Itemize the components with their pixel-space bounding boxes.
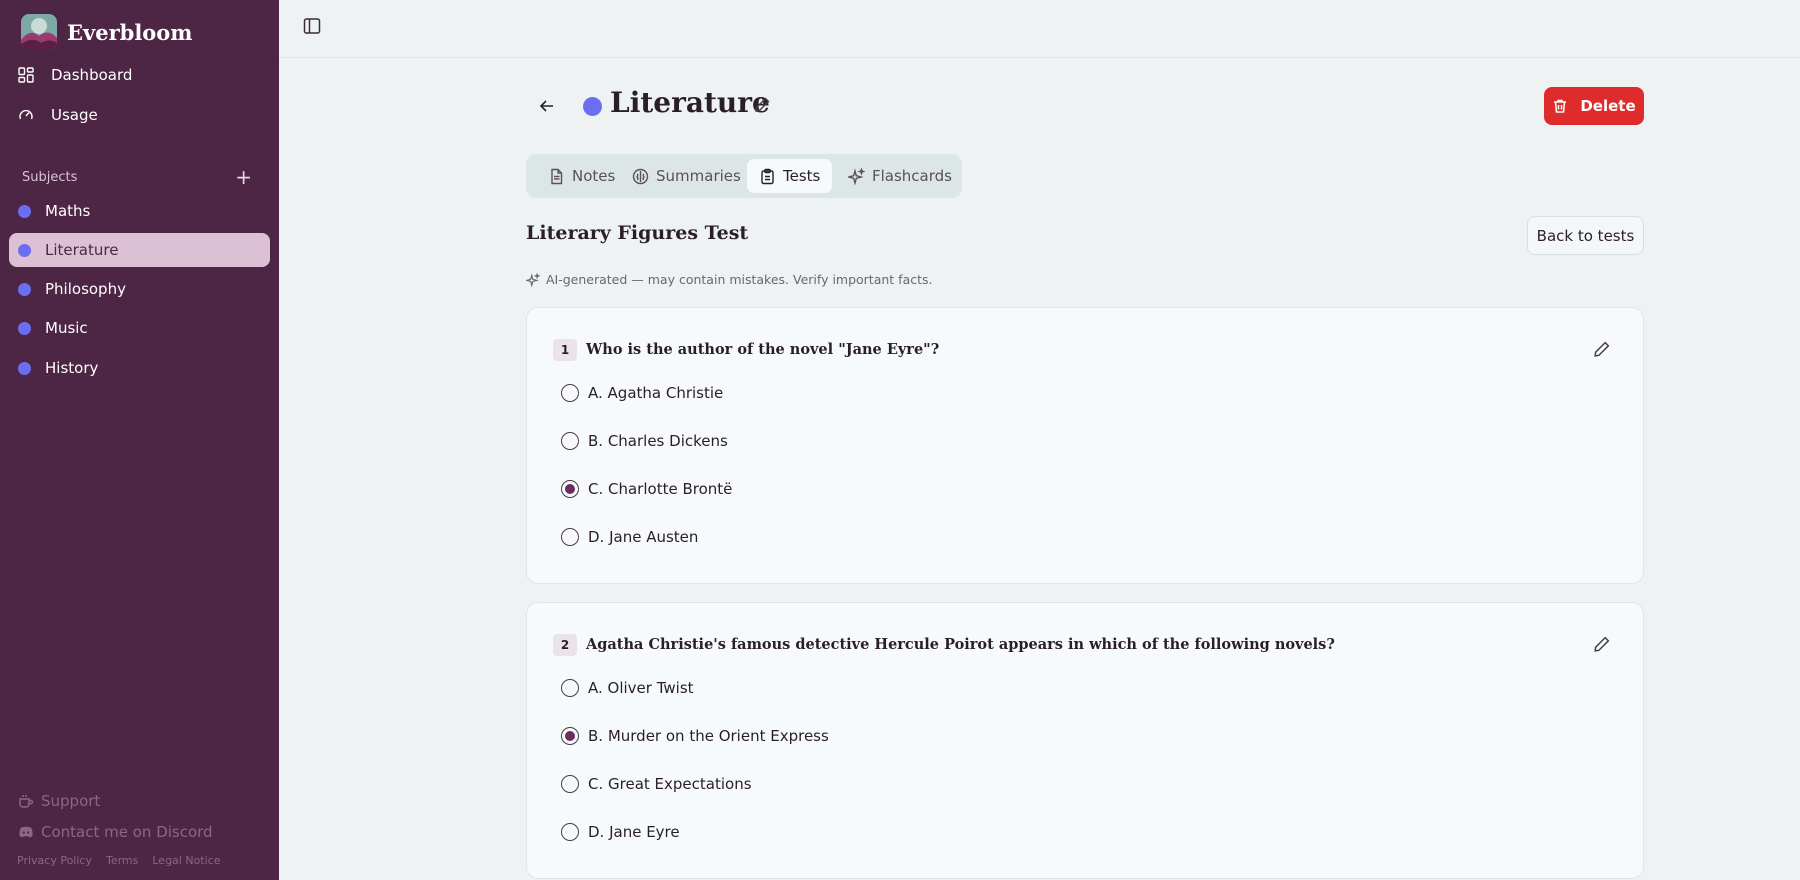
gauge-icon xyxy=(19,109,33,120)
radio-button-selected[interactable] xyxy=(561,727,579,745)
answer-option[interactable]: C. Great Expectations xyxy=(561,773,752,795)
radio-button[interactable] xyxy=(561,432,579,450)
tab-label: Flashcards xyxy=(872,167,952,185)
subject-color-dot xyxy=(18,321,31,335)
subject-color-dot xyxy=(18,282,31,296)
answer-option[interactable]: B. Murder on the Orient Express xyxy=(561,725,829,747)
subjects-header: Subjects + xyxy=(22,167,252,187)
option-label: D. Jane Austen xyxy=(588,528,699,546)
delete-label: Delete xyxy=(1580,97,1636,115)
radio-button-selected[interactable] xyxy=(561,480,579,498)
sidebar-toggle-icon[interactable] xyxy=(303,17,321,35)
radio-button[interactable] xyxy=(561,775,579,793)
sidebar-item-history[interactable]: History xyxy=(9,351,270,385)
option-label: A. Oliver Twist xyxy=(588,679,694,697)
answer-option[interactable]: A. Agatha Christie xyxy=(561,382,723,404)
question-card-2: 2 Agatha Christie's famous detective Her… xyxy=(526,602,1644,879)
pencil-icon[interactable] xyxy=(754,96,771,113)
back-to-tests-button[interactable]: Back to tests xyxy=(1527,216,1644,255)
plus-icon[interactable]: + xyxy=(235,167,252,187)
option-label: B. Charles Dickens xyxy=(588,432,728,450)
ai-disclaimer: AI-generated — may contain mistakes. Ver… xyxy=(526,272,933,287)
brain-icon xyxy=(632,168,649,184)
discord-label: Contact me on Discord xyxy=(41,823,213,841)
radio-button[interactable] xyxy=(561,528,579,546)
terms-link[interactable]: Terms xyxy=(106,854,138,867)
tab-tests[interactable]: Tests xyxy=(747,159,833,193)
answer-option[interactable]: C. Charlotte Brontë xyxy=(561,478,732,500)
sidebar-item-music[interactable]: Music xyxy=(9,311,270,345)
support-link[interactable]: Support xyxy=(18,792,100,810)
sidebar: Everbloom Dashboard Usage Subjects + Mat… xyxy=(0,0,279,880)
question-number: 2 xyxy=(553,634,577,656)
discord-link[interactable]: Contact me on Discord xyxy=(18,823,213,841)
nav-usage-label: Usage xyxy=(51,106,98,124)
test-title: Literary Figures Test xyxy=(526,222,749,244)
tab-label: Summaries xyxy=(656,167,741,185)
tab-label: Notes xyxy=(572,167,616,185)
subject-label: History xyxy=(45,359,99,377)
tab-bar: Notes Summaries Tests Flashcards xyxy=(526,154,962,198)
privacy-policy-link[interactable]: Privacy Policy xyxy=(17,854,92,867)
sidebar-item-literature[interactable]: Literature xyxy=(9,233,270,267)
subject-color-dot xyxy=(18,204,31,218)
back-arrow-icon[interactable] xyxy=(537,96,557,116)
nav-usage[interactable]: Usage xyxy=(18,103,98,127)
page-title: Literature xyxy=(610,86,770,119)
question-number: 1 xyxy=(553,339,577,361)
subject-label: Literature xyxy=(45,241,119,259)
radio-button[interactable] xyxy=(561,823,579,841)
pencil-icon[interactable] xyxy=(1593,340,1611,358)
question-text: Agatha Christie's famous detective Hercu… xyxy=(586,636,1335,653)
legal-notice-link[interactable]: Legal Notice xyxy=(152,854,220,867)
sparkles-icon xyxy=(848,167,865,185)
tab-summaries[interactable]: Summaries xyxy=(620,159,753,193)
ai-disclaimer-text: AI-generated — may contain mistakes. Ver… xyxy=(546,272,933,287)
question-card-1: 1 Who is the author of the novel "Jane E… xyxy=(526,307,1644,584)
question-text: Who is the author of the novel "Jane Eyr… xyxy=(586,341,940,358)
answer-option[interactable]: D. Jane Eyre xyxy=(561,821,680,843)
option-label: A. Agatha Christie xyxy=(588,384,724,402)
legal-links: Privacy Policy Terms Legal Notice xyxy=(17,854,221,867)
tab-label: Tests xyxy=(783,167,821,185)
coffee-icon xyxy=(19,795,34,808)
discord-icon xyxy=(19,826,33,838)
option-label: C. Charlotte Brontë xyxy=(588,480,733,498)
clipboard-icon xyxy=(761,168,774,184)
brand-name: Everbloom xyxy=(67,19,193,45)
sparkles-icon xyxy=(526,272,540,287)
subjects-heading: Subjects xyxy=(22,169,78,185)
answer-option[interactable]: D. Jane Austen xyxy=(561,526,698,548)
trash-icon xyxy=(1554,99,1567,113)
nav-dashboard[interactable]: Dashboard xyxy=(18,63,132,87)
everbloom-logo-icon xyxy=(21,14,57,50)
radio-button[interactable] xyxy=(561,384,579,402)
subject-color-dot xyxy=(18,243,31,257)
top-bar xyxy=(279,0,1800,58)
delete-button[interactable]: Delete xyxy=(1544,87,1644,125)
option-label: C. Great Expectations xyxy=(588,775,752,793)
tab-notes[interactable]: Notes xyxy=(536,159,627,193)
subject-color-dot xyxy=(583,97,602,116)
subject-label: Maths xyxy=(45,202,91,220)
answer-option[interactable]: B. Charles Dickens xyxy=(561,430,728,452)
document-icon xyxy=(551,168,563,184)
dashboard-icon xyxy=(18,67,34,83)
pencil-icon[interactable] xyxy=(1593,635,1611,653)
brand[interactable]: Everbloom xyxy=(21,14,193,50)
option-label: B. Murder on the Orient Express xyxy=(588,727,829,745)
sidebar-item-maths[interactable]: Maths xyxy=(9,194,270,228)
support-label: Support xyxy=(41,792,101,810)
subject-color-dot xyxy=(18,361,31,375)
tab-flashcards[interactable]: Flashcards xyxy=(836,159,964,193)
subject-label: Philosophy xyxy=(45,280,126,298)
option-label: D. Jane Eyre xyxy=(588,823,680,841)
subject-label: Music xyxy=(45,319,88,337)
answer-option[interactable]: A. Oliver Twist xyxy=(561,677,694,699)
nav-dashboard-label: Dashboard xyxy=(51,66,133,84)
sidebar-item-philosophy[interactable]: Philosophy xyxy=(9,272,270,306)
radio-button[interactable] xyxy=(561,679,579,697)
